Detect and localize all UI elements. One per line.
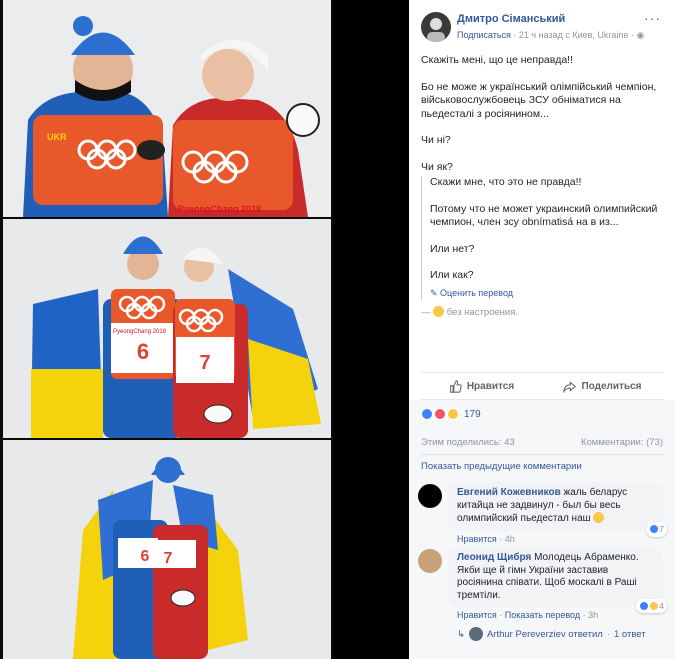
- separator-dot: ·: [496, 610, 505, 620]
- reply-author-avatar: [468, 627, 483, 641]
- banner-text-1: PyeongChang 2018: [178, 204, 261, 214]
- separator-dot: ·: [496, 533, 505, 544]
- separator-dot: ·: [606, 628, 610, 640]
- show-translation-link[interactable]: Показать перевод: [505, 610, 580, 620]
- translation-block: Скажи мне, что это не правда!! Потому чт…: [421, 176, 663, 300]
- translation-line: Потому что не может украинский олимпийск…: [430, 202, 658, 229]
- haha-reaction-icon: [447, 408, 459, 420]
- reply-count: 1 ответ: [613, 628, 646, 640]
- like-reaction-icon: [421, 408, 433, 420]
- ukr-patch-text: UKR: [47, 132, 67, 142]
- post-actions: Нравится Поделиться: [421, 372, 663, 400]
- translation-line: Или как?: [430, 269, 474, 281]
- reply-arrow-icon: ↳: [457, 628, 465, 640]
- thumbs-up-icon: [449, 379, 462, 393]
- comment-item: Леонид Щибря Молодець Абраменко. Якби ще…: [418, 547, 667, 620]
- feeling-label: без настроения.: [446, 307, 519, 318]
- shares-count[interactable]: Этим поделились: 43: [421, 437, 515, 448]
- comments-section: 179 Этим поделились: 43 Комментарии: (73…: [409, 400, 675, 659]
- share-label: Поделиться: [581, 380, 642, 392]
- globe-icon: ◉: [636, 30, 645, 40]
- comment-links: Нравится · Показать перевод · 3h: [457, 610, 663, 620]
- comment-reactions[interactable]: 7: [646, 522, 667, 537]
- show-previous-comments[interactable]: Показать предыдущие комментарии: [421, 461, 582, 472]
- rate-translation-label: Оценить перевод: [440, 287, 514, 298]
- post-meta: Подписаться · 21 ч назад с Киев, Ukraine…: [457, 30, 663, 41]
- like-reaction-icon: [649, 524, 660, 535]
- bib-7: 7: [199, 352, 210, 374]
- reactions-count: 179: [464, 408, 481, 420]
- comment-bubble: Евгений Кожевников жаль беларус китайца …: [448, 482, 667, 537]
- smile-emoji-icon: [593, 512, 605, 523]
- comment-reaction-count: 7: [659, 524, 664, 534]
- sad-emoji-icon: [433, 306, 445, 317]
- reactions-summary[interactable]: 179: [421, 408, 481, 420]
- comments-count[interactable]: Комментарии: (73): [581, 437, 663, 448]
- replies-link[interactable]: ↳ Arthur Pereverziev ответил · 1 ответ: [457, 627, 646, 641]
- bib-6: 6: [137, 339, 149, 364]
- post-text-line: Чи ні?: [421, 134, 451, 146]
- photo-podium-hug[interactable]: 6 7: [3, 440, 331, 659]
- comment-item: Евгений Кожевников жаль беларус китайца …: [418, 482, 667, 544]
- post-time-place[interactable]: · 21 ч назад с Киев, Ukraine ·: [511, 30, 637, 40]
- comment-time[interactable]: 3h: [588, 610, 598, 620]
- bib-7-small: 7: [164, 550, 173, 567]
- rate-translation-link[interactable]: ✎ Оценить перевод: [430, 287, 663, 301]
- comment-reaction-count: 4: [659, 600, 664, 611]
- comment-like-link[interactable]: Нравится: [457, 534, 497, 544]
- more-options-icon[interactable]: ···: [644, 10, 661, 26]
- photo-athletes-closeup[interactable]: UKR PyeongChang 2018: [3, 0, 331, 217]
- separator-dot: ·: [580, 610, 589, 620]
- comment-bubble: Леонид Щибря Молодець Абраменко. Якби ще…: [448, 547, 667, 613]
- divider: [421, 454, 663, 455]
- wow-reaction-icon: [649, 600, 660, 611]
- commenter-name[interactable]: Евгений Кожевников: [457, 487, 561, 498]
- commenter-avatar[interactable]: [418, 549, 442, 573]
- post-body: Скажіть мені, що це неправда!! Бо не мож…: [409, 48, 675, 320]
- post-text-line: Бо не може ж український олімпійський че…: [421, 80, 657, 120]
- commenter-name[interactable]: Леонид Щибря: [457, 552, 531, 563]
- banner-text-2: PyeongChang 2018: [113, 329, 167, 335]
- like-reaction-icon: [639, 600, 650, 611]
- photo-collage[interactable]: UKR PyeongChang 2018 6 7 PyeongChang 201…: [0, 0, 333, 659]
- author-name[interactable]: Дмитро Сіманський: [457, 13, 663, 25]
- post-stats: Этим поделились: 43 Комментарии: (73): [421, 437, 663, 448]
- feeling-status: — без настроения.: [421, 306, 519, 318]
- post-text-line: Скажіть мені, що це неправда!!: [421, 54, 574, 66]
- comment-like-link[interactable]: Нравится: [457, 610, 497, 620]
- post-header: Дмитро Сіманський Подписаться · 21 ч наз…: [409, 0, 675, 48]
- comment-reactions[interactable]: 4: [636, 598, 667, 613]
- reply-author: Arthur Pereverziev ответил: [486, 628, 603, 640]
- translation-line: Скажи мне, что это не правда!!: [430, 176, 582, 188]
- share-arrow-icon: [563, 380, 577, 393]
- commenter-avatar[interactable]: [418, 484, 442, 508]
- post-panel: Дмитро Сіманський Подписаться · 21 ч наз…: [409, 0, 675, 659]
- author-avatar[interactable]: [421, 12, 451, 42]
- share-button[interactable]: Поделиться: [542, 373, 663, 399]
- subscribe-link[interactable]: Подписаться: [457, 30, 511, 40]
- like-label: Нравится: [466, 380, 515, 392]
- like-button[interactable]: Нравится: [421, 373, 542, 399]
- post-text-line: Чи як?: [421, 160, 453, 173]
- photo-podium-flag[interactable]: 6 7 PyeongChang 2018: [3, 219, 331, 438]
- translation-line: Или нет?: [430, 242, 475, 255]
- bib-6-small: 6: [141, 548, 150, 565]
- comment-time[interactable]: 4h: [505, 534, 515, 544]
- translate-icon: ✎: [430, 287, 441, 298]
- comment-links: Нравится · 4h: [457, 534, 663, 544]
- angry-reaction-icon: [434, 408, 446, 420]
